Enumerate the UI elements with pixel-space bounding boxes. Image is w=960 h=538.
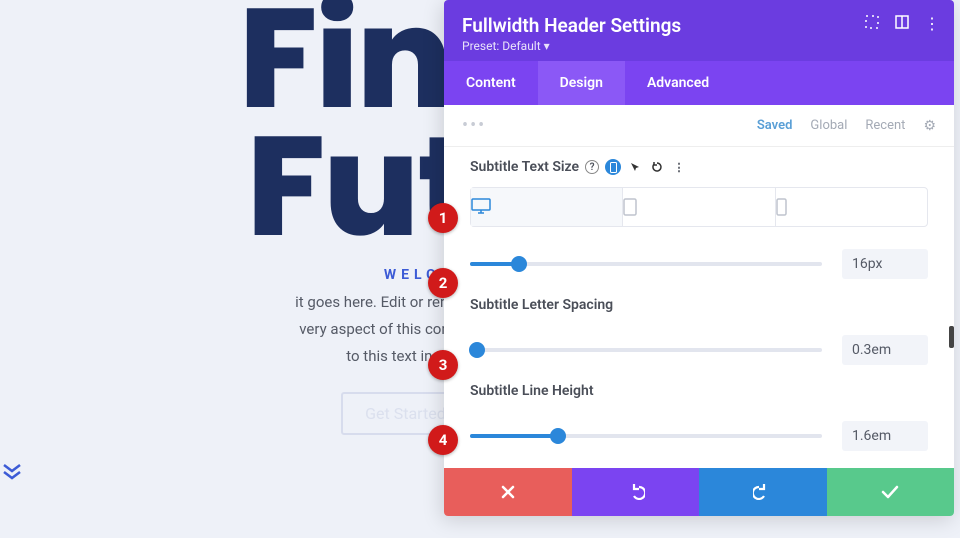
device-tablet[interactable] [623, 188, 775, 226]
scrollbar-thumb[interactable] [949, 326, 954, 348]
chevron-down-icon: ▾ [544, 39, 550, 53]
subtitle-text-size-label[interactable]: Subtitle Text Size ? ⋮ [470, 159, 928, 175]
kebab-menu-icon[interactable]: ⋮ [924, 14, 940, 33]
letter-spacing-control: 0.3em [470, 335, 928, 365]
expand-icon[interactable] [864, 14, 880, 33]
line-height-value[interactable]: 1.6em [842, 421, 928, 451]
undo-button[interactable] [572, 468, 700, 516]
letter-spacing-label[interactable]: Subtitle Letter Spacing [470, 297, 928, 313]
panel-subtabs: ••• Saved Global Recent ⚙ [444, 105, 954, 147]
subtab-saved[interactable]: Saved [757, 118, 793, 133]
save-button[interactable] [827, 468, 955, 516]
line-height-slider[interactable] [470, 434, 822, 438]
line-height-label[interactable]: Subtitle Line Height [470, 383, 928, 399]
phone-preview-icon[interactable] [605, 159, 621, 175]
device-phone[interactable] [776, 188, 927, 226]
redo-button[interactable] [699, 468, 827, 516]
subtab-global[interactable]: Global [810, 118, 847, 133]
panel-header-actions: ⋮ [864, 14, 940, 33]
more-icon[interactable]: ⋮ [671, 159, 687, 175]
text-size-slider[interactable] [470, 262, 822, 266]
letter-spacing-value[interactable]: 0.3em [842, 335, 928, 365]
panel-body[interactable]: Subtitle Text Size ? ⋮ [444, 147, 954, 468]
panel-footer [444, 468, 954, 516]
subtab-recent[interactable]: Recent [865, 118, 905, 133]
tab-advanced[interactable]: Advanced [625, 61, 731, 105]
responsive-device-tabs [470, 187, 928, 227]
text-size-control: 16px [470, 249, 928, 279]
tab-content[interactable]: Content [444, 61, 538, 105]
annotation-marker-4: 4 [428, 425, 458, 455]
drag-handle-icon[interactable]: ••• [462, 115, 486, 136]
reset-icon[interactable] [649, 159, 665, 175]
cancel-button[interactable] [444, 468, 572, 516]
help-icon[interactable]: ? [585, 160, 599, 174]
text-size-value[interactable]: 16px [842, 249, 928, 279]
annotation-marker-2: 2 [428, 268, 458, 298]
device-desktop[interactable] [471, 188, 623, 226]
annotation-marker-3: 3 [428, 350, 458, 380]
letter-spacing-slider[interactable] [470, 348, 822, 352]
line-height-control: 1.6em [470, 421, 928, 451]
settings-panel[interactable]: Fullwidth Header Settings Preset: Defaul… [444, 0, 954, 516]
hover-icon[interactable] [627, 159, 643, 175]
tab-design[interactable]: Design [538, 61, 625, 105]
gear-icon[interactable]: ⚙ [923, 118, 936, 134]
annotation-marker-1: 1 [428, 203, 458, 233]
snap-icon[interactable] [894, 14, 910, 33]
panel-header: Fullwidth Header Settings Preset: Defaul… [444, 0, 954, 61]
preset-dropdown[interactable]: Preset: Default ▾ [462, 39, 936, 53]
panel-tabs: Content Design Advanced [444, 61, 954, 105]
